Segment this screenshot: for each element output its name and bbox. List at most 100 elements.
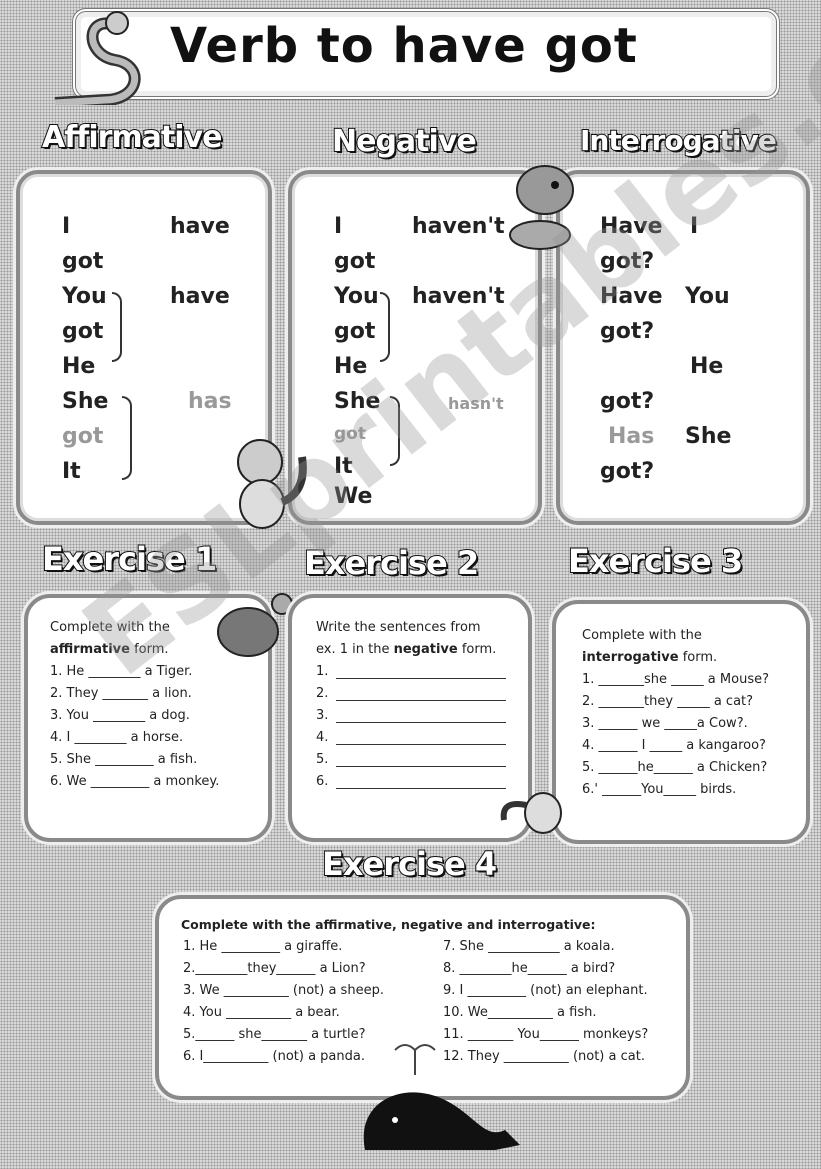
answer-line[interactable]: [336, 678, 506, 679]
neg-text: We: [334, 484, 373, 509]
int-text: Has: [608, 424, 655, 449]
aff-text: You: [62, 284, 107, 309]
int-text: She: [685, 424, 732, 449]
exercise-item[interactable]: 4. I ________ a horse.: [50, 730, 183, 745]
instruction: Complete with the: [582, 628, 702, 643]
exercise-item[interactable]: 2.: [316, 686, 506, 701]
neg-text: She: [334, 389, 381, 414]
exercise-item[interactable]: 6.: [316, 774, 506, 789]
snake-illustration: [54, 11, 141, 105]
instruction: ex. 1 in the: [316, 642, 390, 657]
int-text: Have: [600, 284, 663, 309]
exercise-item[interactable]: 5. ______he______ a Chicken?: [582, 760, 767, 775]
neg-text: got: [334, 319, 376, 344]
answer-line[interactable]: [336, 744, 506, 745]
int-text: got?: [600, 249, 655, 274]
instruction-bold: interrogative: [582, 650, 679, 665]
aff-text: It: [62, 459, 81, 484]
aff-text: has: [188, 389, 232, 414]
exercise-item[interactable]: 3.: [316, 708, 506, 723]
brace: [122, 396, 132, 480]
exercise-3-box: Complete with the interrogative form. 1.…: [552, 600, 810, 844]
neg-text: hasn't: [448, 394, 504, 413]
neg-text: I: [334, 214, 343, 239]
interrogative-box: Have I got? Have You got? He got? Has Sh…: [556, 170, 810, 525]
int-text: got?: [600, 319, 655, 344]
exercise-item[interactable]: 2.________they______ a Lion?: [183, 961, 366, 976]
instruction: Write the sentences from: [316, 620, 481, 635]
brace: [112, 292, 122, 362]
exercise-item[interactable]: 1.: [316, 664, 506, 679]
heading-affirmative: Affirmative: [41, 119, 223, 156]
aff-text: He: [62, 354, 96, 379]
neg-text: haven't: [412, 214, 505, 239]
exercise-item[interactable]: 3. You ________ a dog.: [50, 708, 190, 723]
exercise-item[interactable]: 2. They _______ a lion.: [50, 686, 192, 701]
answer-line[interactable]: [336, 722, 506, 723]
aff-text: She: [62, 389, 109, 414]
exercise-2-box: Write the sentences from ex. 1 in the ne…: [288, 594, 532, 842]
neg-text: got: [334, 424, 366, 444]
int-text: He: [690, 354, 724, 379]
exercise-item[interactable]: 6. I__________ (not) a panda.: [183, 1049, 365, 1064]
heading-exercise-4: Exercise 4: [321, 844, 498, 884]
exercise-item[interactable]: 4.: [316, 730, 506, 745]
exercise-item[interactable]: 1. _______she _____ a Mouse?: [582, 672, 769, 687]
exercise-item[interactable]: 2. _______they _____ a cat?: [582, 694, 753, 709]
int-text: You: [685, 284, 730, 309]
heading-exercise-1: Exercise 1: [41, 539, 218, 579]
heading-exercise-2: Exercise 2: [303, 543, 480, 583]
exercise-item[interactable]: 6. We _________ a monkey.: [50, 774, 219, 789]
brace: [390, 396, 400, 466]
exercise-item[interactable]: 9. I _________ (not) an elephant.: [443, 983, 648, 998]
aff-text: got: [62, 319, 104, 344]
aff-text: got: [62, 249, 104, 274]
page-title: Verb to have got: [170, 18, 638, 74]
exercise-item[interactable]: 6.' ______You_____ birds.: [582, 782, 736, 797]
aff-text: I: [62, 214, 71, 239]
neg-text: He: [334, 354, 368, 379]
instruction: Complete with the: [50, 620, 170, 635]
whale-illustration: [363, 1044, 520, 1150]
int-text: got?: [600, 459, 655, 484]
exercise-item[interactable]: 4. You __________ a bear.: [183, 1005, 340, 1020]
answer-line[interactable]: [336, 766, 506, 767]
instruction: form.: [461, 642, 497, 657]
answer-line[interactable]: [336, 700, 506, 701]
exercise-item[interactable]: 8. ________he______ a bird?: [443, 961, 615, 976]
aff-text: have: [170, 284, 230, 309]
int-text: I: [690, 214, 699, 239]
exercise-item[interactable]: 5. She _________ a fish.: [50, 752, 197, 767]
neg-text: haven't: [412, 284, 505, 309]
exercise-item[interactable]: 3. We __________ (not) a sheep.: [183, 983, 384, 998]
turtle-illustration: [217, 593, 293, 657]
exercise-item[interactable]: 1. He _________ a giraffe.: [183, 939, 342, 954]
exercise-item[interactable]: 5.: [316, 752, 506, 767]
instruction-bold: negative: [393, 642, 458, 657]
neg-text: It: [334, 454, 353, 479]
exercise-item[interactable]: 7. She ___________ a koala.: [443, 939, 615, 954]
answer-line[interactable]: [336, 788, 506, 789]
instruction: form.: [134, 642, 169, 657]
squirrel-illustration: [500, 792, 562, 834]
heading-interrogative: Interrogative: [579, 123, 778, 158]
brace: [380, 292, 390, 362]
aff-text: have: [170, 214, 230, 239]
exercise-item[interactable]: 5.______ she_______ a turtle?: [183, 1027, 366, 1042]
instruction-bold: affirmative: [50, 642, 130, 657]
heading-exercise-3: Exercise 3: [567, 541, 744, 581]
exercise-item[interactable]: 3. ______ we _____a Cow?.: [582, 716, 748, 731]
heading-negative: Negative: [331, 123, 478, 160]
int-text: got?: [600, 389, 655, 414]
neg-text: You: [334, 284, 379, 309]
neg-text: got: [334, 249, 376, 274]
aff-text: got: [62, 424, 104, 449]
dog-illustration: [509, 165, 574, 250]
int-text: Have: [600, 214, 663, 239]
exercise-item[interactable]: 1. He ________ a Tiger.: [50, 664, 192, 679]
instruction: form.: [682, 650, 718, 665]
cat-illustration: [237, 439, 307, 529]
exercise-item[interactable]: 4. ______ I _____ a kangaroo?: [582, 738, 766, 753]
instruction: Complete with the affirmative, negative …: [181, 917, 596, 932]
exercise-item[interactable]: 10. We__________ a fish.: [443, 1005, 596, 1020]
